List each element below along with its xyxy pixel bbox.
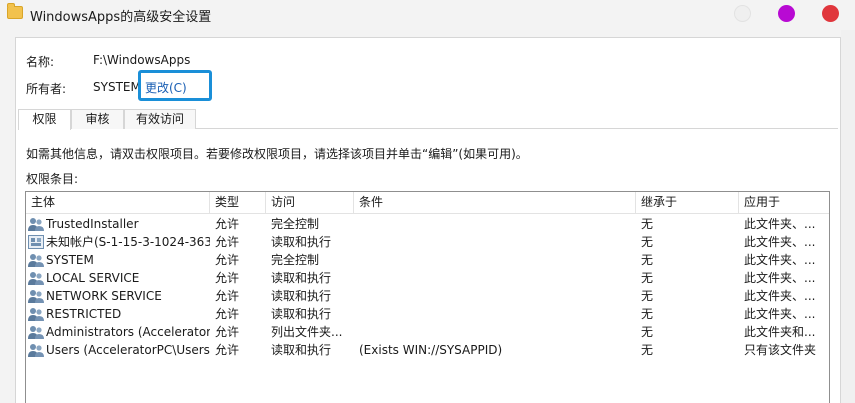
- users-icon: [28, 217, 44, 231]
- cell-type: 允许: [215, 235, 240, 249]
- cell-principal: RESTRICTED: [46, 307, 122, 321]
- users-icon: [28, 289, 44, 303]
- permission-entries-label: 权限条目:: [26, 172, 79, 186]
- close-button[interactable]: [822, 5, 839, 22]
- cell-principal: NETWORK SERVICE: [46, 289, 162, 303]
- cell-access: 读取和执行: [271, 271, 332, 285]
- cell-condition: (Exists WIN://SYSAPPID): [359, 343, 503, 357]
- table-row[interactable]: 未知帐户(S-1-15-3-1024-3635... 允许 读取和执行 无 此文件夹、.…: [26, 233, 829, 251]
- folder-icon: [7, 3, 23, 19]
- name-value: F:\WindowsApps: [93, 53, 191, 67]
- cell-access: 读取和执行: [271, 289, 332, 303]
- column-header-inherited-from[interactable]: 继承于: [636, 192, 739, 214]
- tab-auditing[interactable]: 审核: [71, 109, 124, 129]
- column-header-access[interactable]: 访问: [266, 192, 354, 214]
- cell-applies-to: 此文件夹和...: [744, 325, 816, 339]
- cell-principal: TrustedInstaller: [46, 217, 139, 231]
- users-icon: [28, 307, 44, 321]
- name-label: 名称:: [26, 55, 55, 69]
- table-row[interactable]: NETWORK SERVICE 允许 读取和执行 无 此文件夹、...: [26, 287, 829, 305]
- cell-principal: SYSTEM: [46, 253, 94, 267]
- cell-principal: 未知帐户(S-1-15-3-1024-3635...: [46, 235, 210, 249]
- table-row[interactable]: TrustedInstaller 允许 完全控制 无 此文件夹、...: [26, 215, 829, 233]
- minimize-button[interactable]: [734, 5, 751, 22]
- info-text: 如需其他信息，请双击权限项目。若要修改权限项目，请选择该项目并单击“编辑”(如果…: [26, 147, 528, 161]
- table-row[interactable]: Administrators (AcceleratorPC... 允许 列出文件夹.…: [26, 323, 829, 341]
- cell-condition: [359, 269, 635, 287]
- cell-inherited-from: 无: [641, 271, 654, 285]
- owner-label: 所有者:: [26, 82, 67, 96]
- users-icon: [28, 325, 44, 339]
- cell-condition: [359, 287, 635, 305]
- table-row[interactable]: RESTRICTED 允许 读取和执行 无 此文件夹、...: [26, 305, 829, 323]
- cell-inherited-from: 无: [641, 217, 654, 231]
- change-owner-link[interactable]: 更改(C): [145, 79, 187, 96]
- column-header-applies-to[interactable]: 应用于: [739, 192, 829, 214]
- cell-principal: Users (AcceleratorPC\Users): [46, 343, 210, 357]
- cell-applies-to: 此文件夹、...: [744, 289, 816, 303]
- cell-type: 允许: [215, 271, 240, 285]
- column-header-type[interactable]: 类型: [210, 192, 266, 214]
- cell-access: 读取和执行: [271, 343, 332, 357]
- table-row[interactable]: LOCAL SERVICE 允许 读取和执行 无 此文件夹、...: [26, 269, 829, 287]
- owner-value: SYSTEM: [93, 80, 141, 94]
- cell-condition: [359, 323, 635, 341]
- cell-inherited-from: 无: [641, 325, 654, 339]
- cell-applies-to: 此文件夹、...: [744, 307, 816, 321]
- cell-applies-to: 此文件夹、...: [744, 235, 816, 249]
- cell-applies-to: 此文件夹、...: [744, 217, 816, 231]
- table-row[interactable]: Users (AcceleratorPC\Users) 允许 读取和执行 (Exist…: [26, 341, 829, 359]
- cell-condition: [359, 251, 635, 269]
- cell-inherited-from: 无: [641, 289, 654, 303]
- cell-type: 允许: [215, 253, 240, 267]
- tab-permissions[interactable]: 权限: [18, 109, 71, 130]
- column-header-principal[interactable]: 主体: [26, 192, 210, 214]
- column-header-condition[interactable]: 条件: [354, 192, 636, 214]
- cell-inherited-from: 无: [641, 235, 654, 249]
- table-row[interactable]: SYSTEM 允许 完全控制 无 此文件夹、...: [26, 251, 829, 269]
- maximize-button[interactable]: [778, 5, 795, 22]
- cell-access: 列出文件夹...: [271, 325, 343, 339]
- permission-entries-list[interactable]: 主体 类型 访问 条件 继承于 应用于 TrustedInstaller 允许 完全…: [25, 191, 830, 403]
- users-icon: [28, 343, 44, 357]
- window-title: WindowsApps的高级安全设置: [30, 10, 212, 25]
- cell-type: 允许: [215, 289, 240, 303]
- cell-type: 允许: [215, 217, 240, 231]
- unknown-account-icon: [28, 235, 44, 249]
- tab-effective-access[interactable]: 有效访问: [124, 109, 196, 129]
- users-icon: [28, 271, 44, 285]
- cell-principal: LOCAL SERVICE: [46, 271, 140, 285]
- cell-inherited-from: 无: [641, 307, 654, 321]
- window-edge: [841, 30, 855, 403]
- cell-access: 读取和执行: [271, 235, 332, 249]
- cell-access: 读取和执行: [271, 307, 332, 321]
- cell-applies-to: 此文件夹、...: [744, 253, 816, 267]
- cell-type: 允许: [215, 307, 240, 321]
- cell-access: 完全控制: [271, 253, 320, 267]
- cell-applies-to: 此文件夹、...: [744, 271, 816, 285]
- title-bar: WindowsApps的高级安全设置: [0, 0, 855, 30]
- cell-condition: [359, 233, 635, 251]
- cell-inherited-from: 无: [641, 343, 654, 357]
- cell-condition: [359, 215, 635, 233]
- cell-principal: Administrators (AcceleratorPC...: [46, 325, 210, 339]
- users-icon: [28, 253, 44, 267]
- cell-inherited-from: 无: [641, 253, 654, 267]
- cell-access: 完全控制: [271, 217, 320, 231]
- cell-applies-to: 只有该文件夹: [744, 343, 817, 357]
- cell-condition: [359, 305, 635, 323]
- cell-type: 允许: [215, 343, 240, 357]
- cell-type: 允许: [215, 325, 240, 339]
